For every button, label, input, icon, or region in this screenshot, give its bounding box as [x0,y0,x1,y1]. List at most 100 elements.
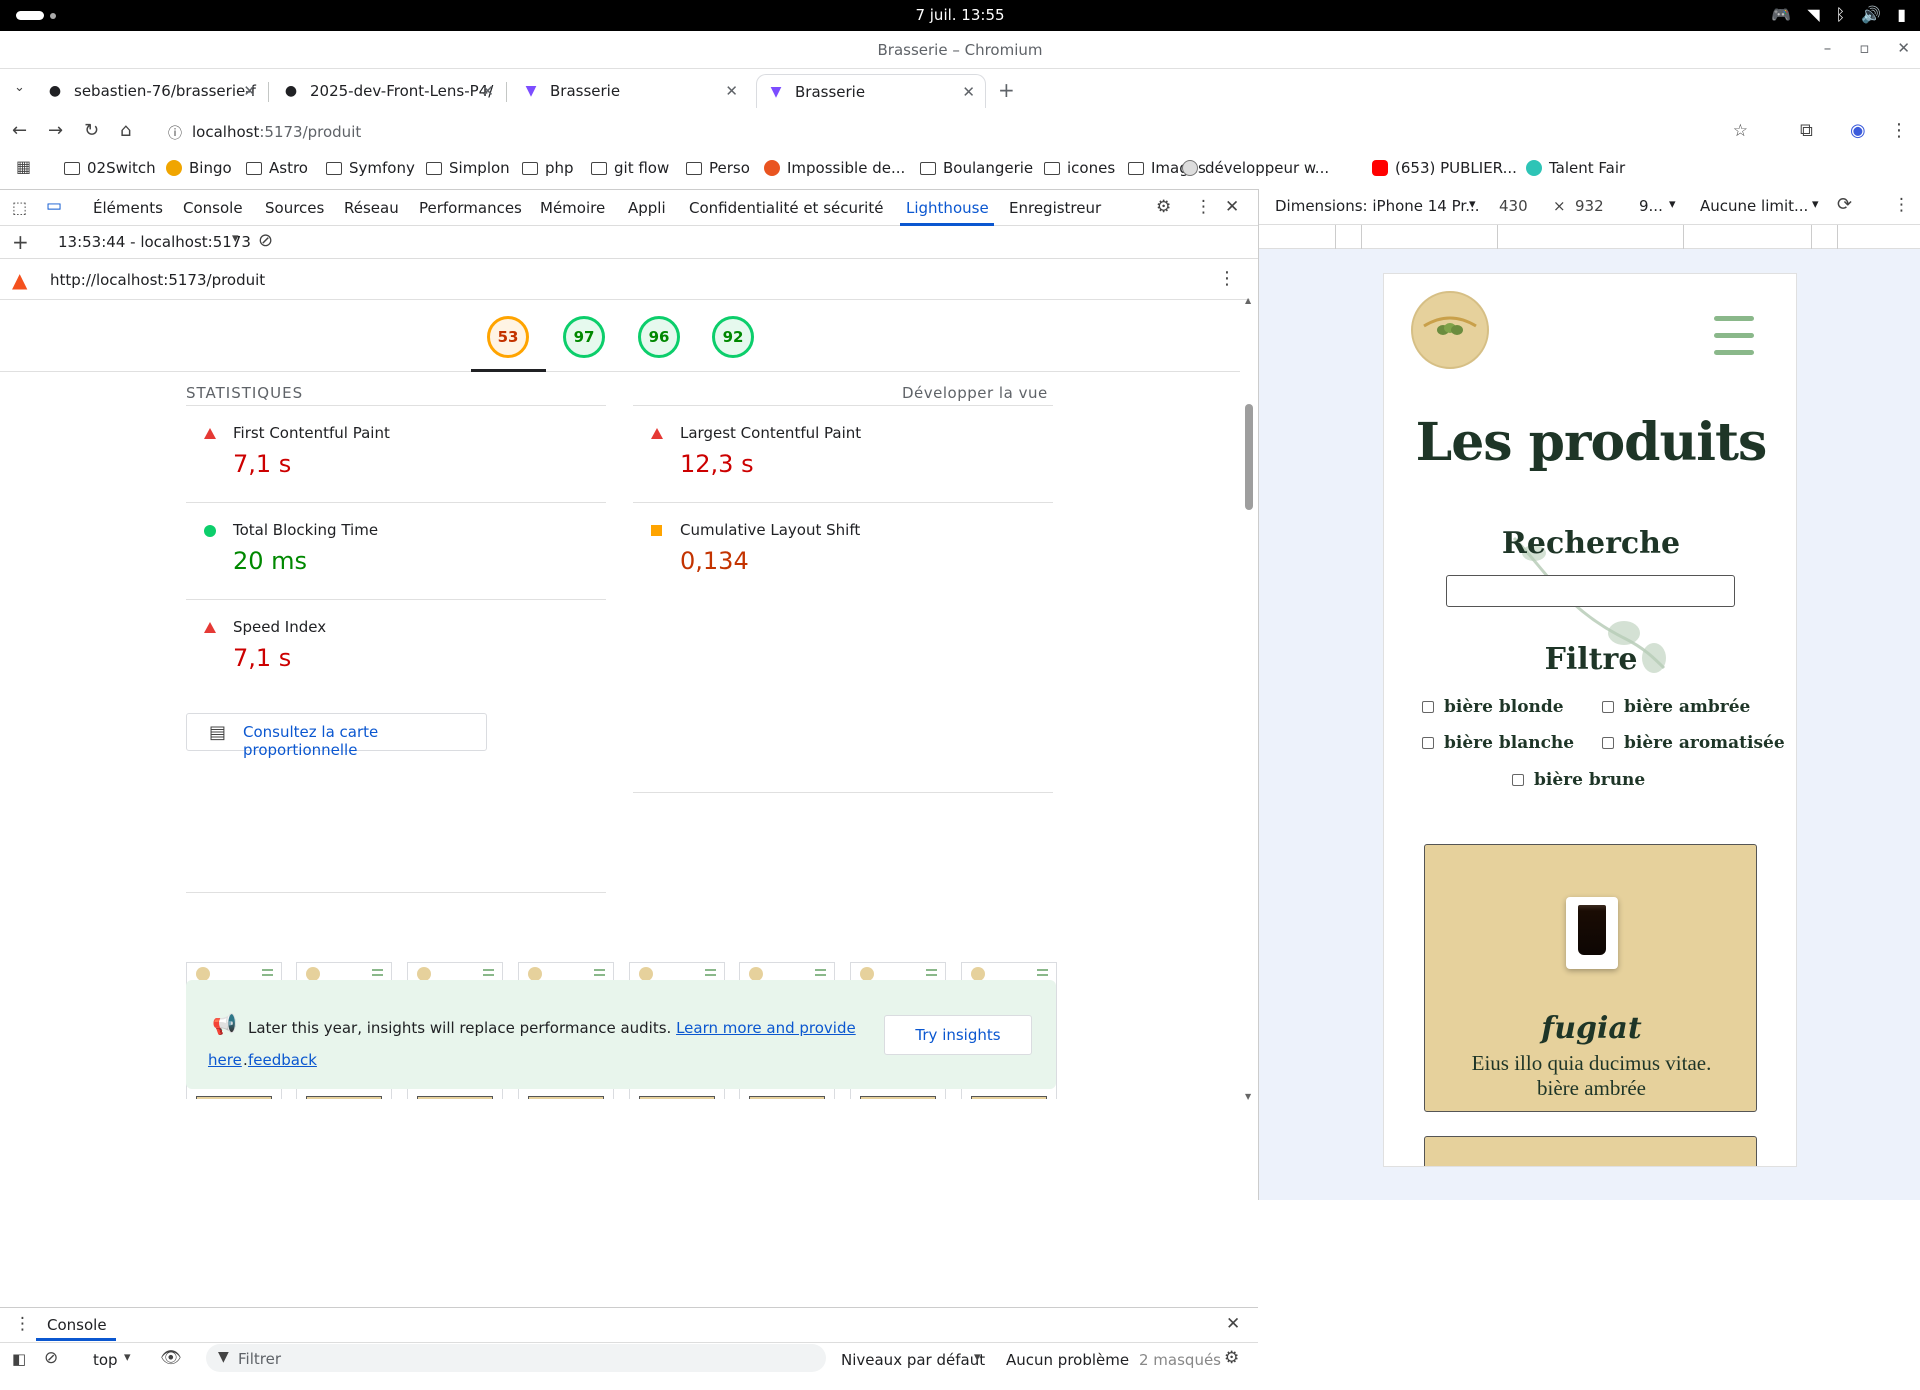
profile-icon[interactable]: ◉ [1850,120,1866,141]
chevron-down-icon[interactable]: ▾ [232,231,239,246]
bookmark-bingo[interactable]: Bingo [166,159,232,177]
tab-close-icon[interactable]: ✕ [962,83,975,101]
filter-ambree[interactable]: bière ambrée [1602,697,1750,717]
device-toolbar-icon[interactable]: ▭ [46,196,62,216]
bookmark-boulangerie[interactable]: Boulangerie [920,159,1033,177]
context-select[interactable]: top [93,1351,118,1369]
home-icon[interactable]: ⌂ [120,120,131,141]
bookmark-php[interactable]: php [522,159,574,177]
scrollbar-thumb[interactable] [1245,404,1253,510]
chevron-down-icon[interactable]: ▾ [1812,197,1819,212]
tab-close-icon[interactable]: ✕ [481,82,494,100]
here-link[interactable]: here [208,1044,242,1076]
apps-grid-icon[interactable]: ▦ [16,157,31,176]
scroll-up-icon[interactable]: ▲ [1245,296,1251,305]
tab-brasserie-1[interactable]: ▼ Brasserie ✕ [512,74,748,108]
forward-icon[interactable]: → [48,120,63,141]
chevron-down-icon[interactable]: ▾ [974,1350,981,1365]
zoom-select[interactable]: 9... [1639,197,1663,215]
device-width[interactable]: 430 [1499,197,1528,215]
try-insights-button[interactable]: Try insights [884,1015,1032,1055]
new-tab-icon[interactable]: + [998,78,1015,102]
clear-console-icon[interactable]: ⊘ [44,1348,58,1368]
tab-sources[interactable]: Sources [265,199,324,217]
clock[interactable]: 7 juil. 13:55 [0,6,1920,24]
console-filter-input[interactable]: ▼ Filtrer [206,1344,826,1372]
tab-performance[interactable]: Performances [419,199,522,217]
more-options-icon[interactable]: ⋮ [1195,197,1212,217]
report-scrollbar[interactable]: ▲ ▼ [1244,296,1254,1101]
tab-search-icon[interactable]: ⌄ [14,80,25,95]
bookmark-developpeur[interactable]: développeur w... [1182,159,1329,177]
bookmark-simplon[interactable]: Simplon [426,159,510,177]
sidebar-toggle-icon[interactable]: ◧ [12,1350,26,1368]
bookmark-symfony[interactable]: Symfony [326,159,415,177]
search-input[interactable] [1446,575,1735,607]
tab-elements[interactable]: Éléments [93,199,163,217]
score-performance[interactable]: 53 [487,316,529,358]
product-card[interactable]: fugiat Eius illo quia ducimus vitae. bièr… [1424,844,1757,1112]
console-settings-icon[interactable]: ⚙ [1224,1348,1239,1368]
chevron-down-icon[interactable]: ▾ [124,1350,131,1365]
bookmark-talentfair[interactable]: Talent Fair [1526,159,1625,177]
rotate-icon[interactable]: ⟳ [1837,194,1852,215]
report-menu-icon[interactable]: ⋮ [1218,268,1236,289]
tab-application[interactable]: Appli [628,199,666,217]
throttle-select[interactable]: Aucune limit... [1700,197,1808,215]
hamburger-menu-icon[interactable] [1714,316,1754,358]
tab-lighthouse[interactable]: Lighthouse [906,199,989,217]
minimize-icon[interactable]: – [1824,39,1832,57]
chevron-down-icon[interactable]: ▾ [1669,197,1676,212]
tab-recorder[interactable]: Enregistreur [1009,199,1101,217]
address-bar[interactable]: ⓘ localhost:5173/produit ☆ [160,115,1760,149]
bookmark-youtube[interactable]: (653) PUBLIER... [1372,159,1517,177]
inspect-icon[interactable]: ⬚ [12,198,27,217]
filter-blonde[interactable]: bière blonde [1422,697,1564,717]
product-card[interactable] [1424,1136,1757,1166]
device-more-icon[interactable]: ⋮ [1893,195,1910,215]
reload-icon[interactable]: ↻ [84,120,99,141]
log-levels-select[interactable]: Niveaux par défaut [841,1351,985,1369]
filter-brune[interactable]: bière brune [1512,770,1645,790]
bookmark-02switch[interactable]: 02Switch [64,159,156,177]
close-drawer-icon[interactable]: ✕ [1226,1314,1240,1334]
score-best-practices[interactable]: 96 [638,316,680,358]
drawer-menu-icon[interactable]: ⋮ [14,1314,31,1334]
brand-logo[interactable] [1410,290,1490,370]
expand-view-link[interactable]: Développer la vue [902,384,1048,402]
settings-gear-icon[interactable]: ⚙ [1156,197,1171,217]
bookmark-gitflow[interactable]: git flow [591,159,669,177]
close-icon[interactable]: ✕ [1897,39,1910,57]
tab-github-2[interactable]: ● 2025-dev-Front-Lens-P4/✕ [272,74,504,108]
tab-privacy[interactable]: Confidentialité et sécurité [689,199,883,217]
back-icon[interactable]: ← [12,120,27,141]
tab-close-icon[interactable]: ✕ [725,82,738,100]
device-height[interactable]: 932 [1575,197,1604,215]
bookmark-astro[interactable]: Astro [246,159,308,177]
tab-brasserie-active[interactable]: ▼ Brasserie ✕ [756,74,986,108]
eye-icon[interactable]: 👁 [160,1348,182,1368]
close-devtools-icon[interactable]: ✕ [1225,197,1239,217]
clear-icon[interactable]: ⊘ [258,230,273,251]
tab-network[interactable]: Réseau [344,199,399,217]
scroll-down-icon[interactable]: ▼ [1245,1092,1251,1101]
tab-memory[interactable]: Mémoire [540,199,605,217]
filter-aromatisee[interactable]: bière aromatisée [1602,733,1785,753]
bookmark-icones[interactable]: icones [1044,159,1115,177]
media-query-ruler[interactable] [1259,225,1920,249]
new-report-icon[interactable]: + [12,230,29,254]
bookmark-perso[interactable]: Perso [686,159,750,177]
score-accessibility[interactable]: 97 [563,316,605,358]
menu-icon[interactable]: ⋮ [1890,120,1908,141]
site-info-icon[interactable]: ⓘ [168,123,182,143]
tab-close-icon[interactable]: ✕ [243,82,256,100]
tab-console[interactable]: Console [183,199,243,217]
maximize-icon[interactable]: ▫ [1859,39,1869,57]
extensions-icon[interactable]: ⧉ [1800,120,1813,141]
treemap-button[interactable]: ▤ Consultez la carte proportionnelle [186,713,487,759]
chevron-down-icon[interactable]: ▾ [1469,197,1476,212]
report-select[interactable]: 13:53:44 - localhost:5173 [58,233,251,251]
score-seo[interactable]: 92 [712,316,754,358]
drawer-tab-console[interactable]: Console [47,1316,107,1334]
tab-github-1[interactable]: ● sebastien-76/brasserie-f ✕ [36,74,266,108]
